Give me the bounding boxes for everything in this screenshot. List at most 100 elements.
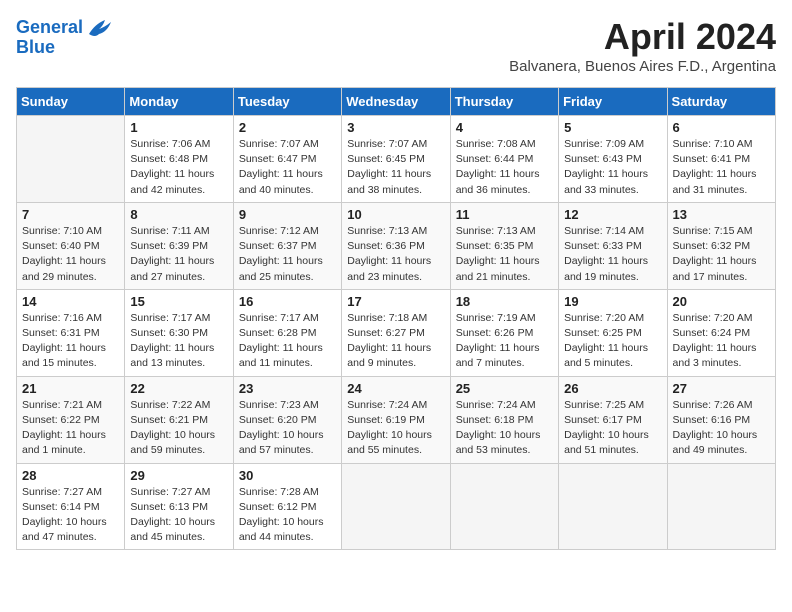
calendar-day-cell — [667, 463, 775, 550]
day-number: 24 — [347, 381, 444, 396]
day-number: 16 — [239, 294, 336, 309]
day-number: 10 — [347, 207, 444, 222]
calendar-day-cell: 19 Sunrise: 7:20 AM Sunset: 6:25 PM Dayli… — [559, 289, 667, 376]
calendar-day-cell — [450, 463, 558, 550]
day-info: Sunrise: 7:17 AM Sunset: 6:30 PM Dayligh… — [130, 311, 227, 372]
page-header: General Blue April 2024 Balvanera, Bueno… — [16, 16, 776, 75]
day-info: Sunrise: 7:07 AM Sunset: 6:47 PM Dayligh… — [239, 137, 336, 198]
day-info: Sunrise: 7:27 AM Sunset: 6:13 PM Dayligh… — [130, 485, 227, 546]
calendar-week-row: 1 Sunrise: 7:06 AM Sunset: 6:48 PM Daylig… — [17, 116, 776, 203]
calendar-day-cell: 4 Sunrise: 7:08 AM Sunset: 6:44 PM Daylig… — [450, 116, 558, 203]
calendar-day-cell: 8Sunrise: 7:11 AM Sunset: 6:39 PM Daylig… — [125, 202, 233, 289]
calendar-day-cell — [342, 463, 450, 550]
logo: General Blue — [16, 16, 113, 58]
calendar-week-row: 28Sunrise: 7:27 AM Sunset: 6:14 PM Dayli… — [17, 463, 776, 550]
day-info: Sunrise: 7:22 AM Sunset: 6:21 PM Dayligh… — [130, 398, 227, 459]
day-info: Sunrise: 7:13 AM Sunset: 6:35 PM Dayligh… — [456, 224, 553, 285]
calendar-day-cell: 22 Sunrise: 7:22 AM Sunset: 6:21 PM Dayli… — [125, 376, 233, 463]
day-number: 18 — [456, 294, 553, 309]
day-number: 19 — [564, 294, 661, 309]
calendar-day-cell: 20Sunrise: 7:20 AM Sunset: 6:24 PM Dayli… — [667, 289, 775, 376]
calendar-day-cell: 7Sunrise: 7:10 AM Sunset: 6:40 PM Daylig… — [17, 202, 125, 289]
calendar-day-cell: 28Sunrise: 7:27 AM Sunset: 6:14 PM Dayli… — [17, 463, 125, 550]
day-info: Sunrise: 7:26 AM Sunset: 6:16 PM Dayligh… — [673, 398, 770, 459]
day-number: 4 — [456, 120, 553, 135]
calendar-day-cell: 15 Sunrise: 7:17 AM Sunset: 6:30 PM Dayli… — [125, 289, 233, 376]
calendar-day-cell: 5 Sunrise: 7:09 AM Sunset: 6:43 PM Daylig… — [559, 116, 667, 203]
calendar-day-cell: 14Sunrise: 7:16 AM Sunset: 6:31 PM Dayli… — [17, 289, 125, 376]
calendar-day-cell: 6Sunrise: 7:10 AM Sunset: 6:41 PM Daylig… — [667, 116, 775, 203]
day-number: 3 — [347, 120, 444, 135]
day-number: 21 — [22, 381, 119, 396]
day-number: 17 — [347, 294, 444, 309]
calendar-day-cell — [17, 116, 125, 203]
weekday-header-cell: Wednesday — [342, 88, 450, 116]
day-number: 11 — [456, 207, 553, 222]
day-number: 29 — [130, 468, 227, 483]
day-info: Sunrise: 7:08 AM Sunset: 6:44 PM Dayligh… — [456, 137, 553, 198]
day-number: 13 — [673, 207, 770, 222]
day-number: 30 — [239, 468, 336, 483]
day-number: 12 — [564, 207, 661, 222]
calendar-day-cell: 13 Sunrise: 7:15 AM Sunset: 6:32 PM Dayli… — [667, 202, 775, 289]
day-number: 7 — [22, 207, 119, 222]
calendar-day-cell: 24Sunrise: 7:24 AM Sunset: 6:19 PM Dayli… — [342, 376, 450, 463]
weekday-header-cell: Friday — [559, 88, 667, 116]
calendar-day-cell: 12Sunrise: 7:14 AM Sunset: 6:33 PM Dayli… — [559, 202, 667, 289]
calendar-day-cell: 18 Sunrise: 7:19 AM Sunset: 6:26 PM Dayli… — [450, 289, 558, 376]
calendar-day-cell: 11 Sunrise: 7:13 AM Sunset: 6:35 PM Dayli… — [450, 202, 558, 289]
day-info: Sunrise: 7:12 AM Sunset: 6:37 PM Dayligh… — [239, 224, 336, 285]
day-info: Sunrise: 7:24 AM Sunset: 6:18 PM Dayligh… — [456, 398, 553, 459]
day-number: 14 — [22, 294, 119, 309]
logo-blue-text: Blue — [16, 38, 55, 58]
calendar-day-cell: 10Sunrise: 7:13 AM Sunset: 6:36 PM Dayli… — [342, 202, 450, 289]
day-info: Sunrise: 7:15 AM Sunset: 6:32 PM Dayligh… — [673, 224, 770, 285]
day-info: Sunrise: 7:23 AM Sunset: 6:20 PM Dayligh… — [239, 398, 336, 459]
day-info: Sunrise: 7:21 AM Sunset: 6:22 PM Dayligh… — [22, 398, 119, 459]
day-info: Sunrise: 7:07 AM Sunset: 6:45 PM Dayligh… — [347, 137, 444, 198]
day-number: 27 — [673, 381, 770, 396]
logo-text: General — [16, 18, 83, 38]
day-info: Sunrise: 7:19 AM Sunset: 6:26 PM Dayligh… — [456, 311, 553, 372]
title-block: April 2024 Balvanera, Buenos Aires F.D.,… — [509, 16, 776, 75]
month-title: April 2024 — [509, 16, 776, 58]
day-number: 2 — [239, 120, 336, 135]
calendar-day-cell: 17 Sunrise: 7:18 AM Sunset: 6:27 PM Dayli… — [342, 289, 450, 376]
day-number: 25 — [456, 381, 553, 396]
calendar-week-row: 21 Sunrise: 7:21 AM Sunset: 6:22 PM Dayli… — [17, 376, 776, 463]
calendar-day-cell: 2 Sunrise: 7:07 AM Sunset: 6:47 PM Daylig… — [233, 116, 341, 203]
calendar-day-cell — [559, 463, 667, 550]
calendar-day-cell: 23Sunrise: 7:23 AM Sunset: 6:20 PM Dayli… — [233, 376, 341, 463]
calendar-table: SundayMondayTuesdayWednesdayThursdayFrid… — [16, 87, 776, 550]
day-number: 8 — [130, 207, 227, 222]
location-subtitle: Balvanera, Buenos Aires F.D., Argentina — [509, 58, 776, 75]
day-info: Sunrise: 7:06 AM Sunset: 6:48 PM Dayligh… — [130, 137, 227, 198]
day-number: 26 — [564, 381, 661, 396]
calendar-day-cell: 9 Sunrise: 7:12 AM Sunset: 6:37 PM Daylig… — [233, 202, 341, 289]
weekday-header-cell: Sunday — [17, 88, 125, 116]
weekday-header-cell: Saturday — [667, 88, 775, 116]
day-number: 6 — [673, 120, 770, 135]
calendar-day-cell: 27 Sunrise: 7:26 AM Sunset: 6:16 PM Dayli… — [667, 376, 775, 463]
day-number: 28 — [22, 468, 119, 483]
day-info: Sunrise: 7:28 AM Sunset: 6:12 PM Dayligh… — [239, 485, 336, 546]
weekday-header-cell: Monday — [125, 88, 233, 116]
day-number: 9 — [239, 207, 336, 222]
weekday-header-row: SundayMondayTuesdayWednesdayThursdayFrid… — [17, 88, 776, 116]
weekday-header-cell: Thursday — [450, 88, 558, 116]
day-info: Sunrise: 7:20 AM Sunset: 6:25 PM Dayligh… — [564, 311, 661, 372]
calendar-week-row: 7Sunrise: 7:10 AM Sunset: 6:40 PM Daylig… — [17, 202, 776, 289]
day-number: 1 — [130, 120, 227, 135]
calendar-day-cell: 21 Sunrise: 7:21 AM Sunset: 6:22 PM Dayli… — [17, 376, 125, 463]
day-number: 15 — [130, 294, 227, 309]
day-number: 22 — [130, 381, 227, 396]
calendar-day-cell: 25 Sunrise: 7:24 AM Sunset: 6:18 PM Dayli… — [450, 376, 558, 463]
calendar-day-cell: 29 Sunrise: 7:27 AM Sunset: 6:13 PM Dayli… — [125, 463, 233, 550]
day-number: 5 — [564, 120, 661, 135]
day-info: Sunrise: 7:09 AM Sunset: 6:43 PM Dayligh… — [564, 137, 661, 198]
calendar-body: 1 Sunrise: 7:06 AM Sunset: 6:48 PM Daylig… — [17, 116, 776, 550]
day-number: 20 — [673, 294, 770, 309]
day-info: Sunrise: 7:18 AM Sunset: 6:27 PM Dayligh… — [347, 311, 444, 372]
day-info: Sunrise: 7:25 AM Sunset: 6:17 PM Dayligh… — [564, 398, 661, 459]
calendar-day-cell: 16Sunrise: 7:17 AM Sunset: 6:28 PM Dayli… — [233, 289, 341, 376]
